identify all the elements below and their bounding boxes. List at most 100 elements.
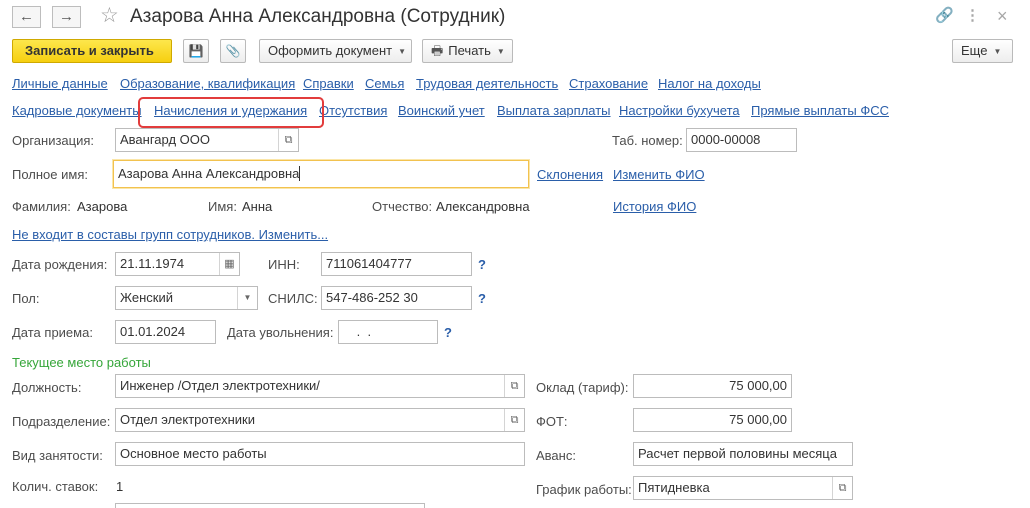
hire-date-input[interactable]: 01.01.2024: [115, 320, 216, 344]
nav-link-family[interactable]: Семья: [365, 76, 404, 92]
patronymic-label: Отчество:: [372, 199, 433, 214]
inn-help-icon[interactable]: ?: [478, 257, 486, 273]
save-and-close-button[interactable]: Записать и закрыть: [12, 39, 172, 63]
rates-value: 1: [116, 479, 124, 494]
save-icon: 💾: [188, 44, 204, 58]
department-value: Отдел электротехники: [120, 412, 255, 427]
print-button[interactable]: 🖶 Печать ▼: [422, 39, 513, 63]
fullname-label: Полное имя:: [12, 167, 88, 182]
employment-type-field[interactable]: Основное место работы: [115, 442, 525, 466]
fot-label: ФОТ:: [536, 414, 568, 429]
position-label: Должность:: [12, 380, 82, 395]
snils-input[interactable]: 547-486-252 30: [321, 286, 472, 310]
schedule-value: Пятидневка: [638, 480, 710, 495]
birthdate-input[interactable]: 21.11.1974 ▦: [115, 252, 240, 276]
hire-date-label: Дата приема:: [12, 325, 93, 340]
nav-link-military-record[interactable]: Воинский учет: [398, 103, 485, 119]
nav-link-salary-payment[interactable]: Выплата зарплаты: [497, 103, 611, 119]
schedule-label: График работы:: [536, 482, 632, 497]
advance-field[interactable]: Расчет первой половины месяца: [633, 442, 853, 466]
dismissal-date-input[interactable]: . .: [338, 320, 438, 344]
chevron-down-icon: ▼: [496, 47, 505, 56]
paperclip-icon: 📎: [225, 44, 241, 58]
surname-label: Фамилия:: [12, 199, 71, 214]
org-label: Организация:: [12, 133, 95, 148]
open-icon[interactable]: ⧉: [504, 375, 524, 397]
open-icon[interactable]: ⧉: [832, 477, 852, 499]
nav-link-certificates[interactable]: Справки: [303, 76, 354, 92]
create-document-label: Оформить документ: [268, 43, 393, 58]
surname-value: Азарова: [77, 199, 128, 214]
department-field[interactable]: Отдел электротехники ⧉: [115, 408, 525, 432]
favorite-star-icon[interactable]: ☆: [100, 3, 119, 29]
tab-number-label: Таб. номер:: [612, 133, 683, 148]
nav-link-fss-payments[interactable]: Прямые выплаты ФСС: [751, 103, 889, 119]
salary-field[interactable]: 75 000,00: [633, 374, 792, 398]
nav-link-income-tax[interactable]: Налог на доходы: [658, 76, 761, 92]
save-and-close-label: Записать и закрыть: [25, 43, 154, 58]
advance-label: Аванс:: [536, 448, 576, 463]
fot-field[interactable]: 75 000,00: [633, 408, 792, 432]
inn-value: 711061404777: [326, 256, 412, 271]
employment-type-label: Вид занятости:: [12, 448, 103, 463]
birthdate-label: Дата рождения:: [12, 257, 108, 272]
nav-link-work-history[interactable]: Трудовая деятельность: [416, 76, 558, 92]
open-icon[interactable]: ⧉: [278, 129, 298, 151]
fio-history-link[interactable]: История ФИО: [613, 199, 696, 215]
gender-select[interactable]: Женский ▼: [115, 286, 258, 310]
gender-label: Пол:: [12, 291, 40, 306]
fullname-value: Азарова Анна Александровна: [118, 166, 300, 181]
tab-number-value: 0000-00008: [691, 132, 761, 147]
open-icon[interactable]: ⧉: [504, 409, 524, 431]
chevron-down-icon: ▼: [993, 47, 1002, 56]
snils-help-icon[interactable]: ?: [478, 291, 486, 307]
nav-link-absences[interactable]: Отсутствия: [319, 103, 387, 119]
salary-label: Оклад (тариф):: [536, 380, 629, 395]
organization-value: Авангард ООО: [120, 132, 210, 147]
dismissal-help-icon[interactable]: ?: [444, 325, 452, 341]
position-field[interactable]: Инженер /Отдел электротехники/ ⧉: [115, 374, 525, 398]
birthdate-value: 21.11.1974: [120, 256, 185, 271]
link-icon[interactable]: 🔗: [935, 6, 954, 26]
schedule-field[interactable]: Пятидневка ⧉: [633, 476, 853, 500]
save-button[interactable]: 💾: [183, 39, 209, 63]
fot-value: 75 000,00: [729, 412, 787, 427]
more-label: Еще: [961, 43, 988, 58]
name-value: Анна: [242, 199, 273, 214]
dismissal-date-label: Дата увольнения:: [227, 325, 334, 340]
name-label: Имя:: [208, 199, 237, 214]
more-options-icon[interactable]: ⋮: [965, 6, 980, 26]
close-icon[interactable]: ×: [997, 6, 1008, 26]
nav-link-hr-documents[interactable]: Кадровые документы: [12, 103, 142, 119]
rates-label: Колич. ставок:: [12, 479, 99, 494]
partial-field[interactable]: [115, 503, 425, 508]
snils-value: 547-486-252 30: [326, 290, 418, 305]
nav-link-insurance[interactable]: Страхование: [569, 76, 648, 92]
declensions-link[interactable]: Склонения: [537, 167, 603, 183]
tab-number-field[interactable]: 0000-00008: [686, 128, 797, 152]
calendar-icon[interactable]: ▦: [219, 253, 239, 275]
employee-groups-link[interactable]: Не входит в составы групп сотрудников. И…: [12, 227, 328, 243]
change-fio-link[interactable]: Изменить ФИО: [613, 167, 705, 183]
forward-button[interactable]: →: [52, 6, 81, 28]
chevron-down-icon: ▼: [398, 47, 407, 56]
hire-date-value: 01.01.2024: [120, 324, 186, 339]
nav-link-personal-data[interactable]: Личные данные: [12, 76, 108, 92]
nav-link-education[interactable]: Образование, квалификация: [120, 76, 295, 92]
attach-button[interactable]: 📎: [220, 39, 246, 63]
salary-value: 75 000,00: [729, 378, 787, 393]
dismissal-date-value: . .: [353, 324, 372, 339]
position-value: Инженер /Отдел электротехники/: [120, 378, 320, 393]
back-button[interactable]: ←: [12, 6, 41, 28]
advance-value: Расчет первой половины месяца: [638, 446, 837, 461]
organization-field[interactable]: Авангард ООО ⧉: [115, 128, 299, 152]
inn-input[interactable]: 711061404777: [321, 252, 472, 276]
department-label: Подразделение:: [12, 414, 111, 429]
more-button[interactable]: Еще ▼: [952, 39, 1013, 63]
chevron-down-icon[interactable]: ▼: [237, 287, 257, 309]
page-title: Азарова Анна Александровна (Сотрудник): [130, 6, 506, 27]
create-document-button[interactable]: Оформить документ ▼: [259, 39, 412, 63]
nav-link-accounting-settings[interactable]: Настройки бухучета: [619, 103, 740, 119]
section-current-workplace: Текущее место работы: [12, 355, 151, 370]
fullname-input[interactable]: Азарова Анна Александровна: [113, 160, 529, 188]
